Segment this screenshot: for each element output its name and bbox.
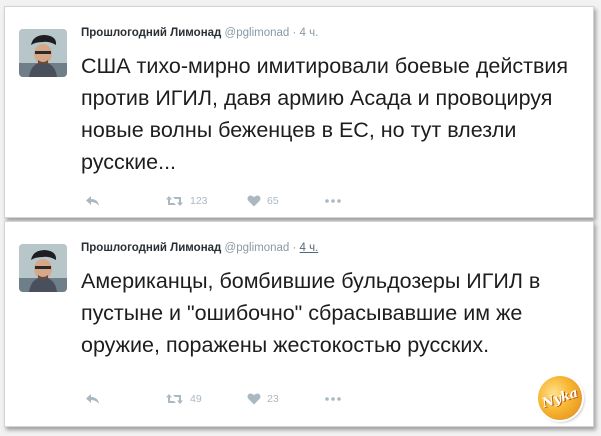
author-handle[interactable]: @pglimonad: [225, 27, 290, 39]
like-icon: [247, 393, 261, 405]
more-icon: [325, 199, 341, 203]
like-button[interactable]: 23: [247, 389, 279, 409]
more-button[interactable]: [325, 191, 341, 211]
like-count: 65: [267, 195, 279, 207]
timestamp[interactable]: 4 ч.: [300, 27, 319, 39]
author-name[interactable]: Прошлогодний Лимонад: [81, 27, 221, 39]
tweet-header: Прошлогодний Лимонад @pglimonad · 4 ч.: [81, 240, 318, 256]
author-name[interactable]: Прошлогодний Лимонад: [81, 242, 221, 254]
reply-icon: [85, 393, 100, 405]
retweet-icon: [165, 393, 184, 405]
tweet-card: Прошлогодний Лимонад @pglimonad · 4 ч. А…: [4, 221, 594, 427]
tweet-text: Американцы, бомбившие бульдозеры ИГИЛ в …: [81, 269, 541, 357]
reply-button[interactable]: [85, 191, 100, 211]
tweet-actions: 49 23: [81, 389, 381, 409]
watermark-text: Nyka: [540, 385, 580, 411]
like-icon: [247, 195, 261, 207]
tweet-text: США тихо-мирно имитировали боевые действ…: [81, 54, 569, 174]
reply-icon: [85, 195, 100, 207]
reply-button[interactable]: [85, 389, 100, 409]
avatar[interactable]: [19, 244, 67, 292]
tweet-actions: 123 65: [81, 191, 381, 211]
avatar[interactable]: [19, 29, 67, 77]
author-handle[interactable]: @pglimonad: [225, 242, 290, 254]
separator-dot: ·: [292, 242, 297, 254]
retweet-icon: [165, 195, 184, 207]
like-count: 23: [267, 393, 279, 405]
separator-dot: ·: [292, 27, 297, 39]
tweet-header: Прошлогодний Лимонад @pglimonad · 4 ч.: [81, 25, 318, 41]
like-button[interactable]: 65: [247, 191, 279, 211]
timestamp[interactable]: 4 ч.: [300, 242, 319, 254]
tweet-card: Прошлогодний Лимонад @pglimonad · 4 ч. С…: [4, 6, 594, 218]
more-icon: [325, 397, 341, 401]
retweet-button[interactable]: 49: [165, 389, 202, 409]
retweet-count: 49: [190, 393, 202, 405]
more-button[interactable]: [325, 389, 341, 409]
retweet-button[interactable]: 123: [165, 191, 208, 211]
retweet-count: 123: [190, 195, 208, 207]
